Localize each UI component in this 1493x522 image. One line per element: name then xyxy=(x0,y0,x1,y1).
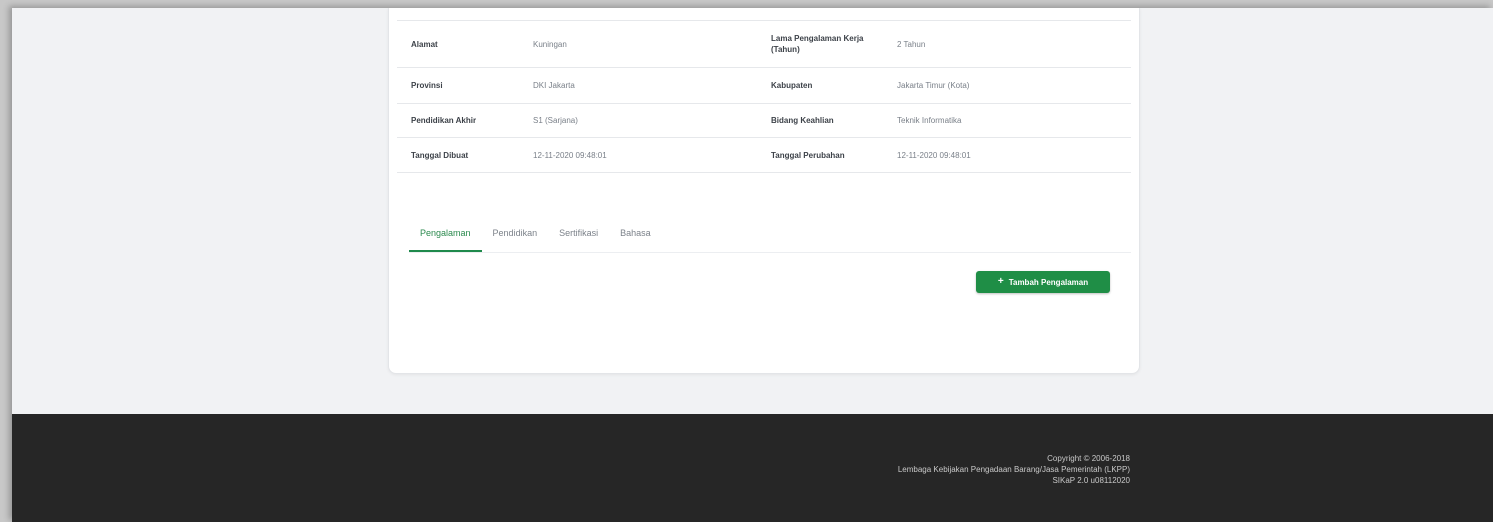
profile-info-table: Alamat Kuningan Lama Pengalaman Kerja (T… xyxy=(397,20,1131,173)
footer-text: Copyright © 2006-2018 Lembaga Kebijakan … xyxy=(898,453,1130,486)
field-value: 12-11-2020 09:48:01 xyxy=(533,150,607,160)
field-label: Lama Pengalaman Kerja (Tahun) xyxy=(771,34,864,54)
profile-card: Alamat Kuningan Lama Pengalaman Kerja (T… xyxy=(388,8,1140,374)
tab-pendidikan[interactable]: Pendidikan xyxy=(482,214,549,252)
field-value: Kuningan xyxy=(533,39,567,49)
detail-tabs: Pengalaman Pendidikan Sertifikasi Bahasa xyxy=(409,214,1131,253)
field-value: 2 Tahun xyxy=(897,39,926,49)
field-label: Alamat xyxy=(411,39,438,49)
table-row: Tanggal Dibuat 12-11-2020 09:48:01 Tangg… xyxy=(397,138,1131,173)
field-value: Jakarta Timur (Kota) xyxy=(897,81,970,90)
organization-text: Lembaga Kebijakan Pengadaan Barang/Jasa … xyxy=(897,465,1130,474)
table-row: Pendidikan Akhir S1 (Sarjana) Bidang Kea… xyxy=(397,104,1131,138)
field-label: Bidang Keahlian xyxy=(771,116,834,125)
copyright-text: Copyright © 2006-2018 xyxy=(1047,454,1130,463)
field-label: Pendidikan Akhir xyxy=(411,116,477,125)
version-text: SIKaP 2.0 u08112020 xyxy=(1052,476,1130,485)
field-label: Provinsi xyxy=(411,81,443,90)
add-experience-button[interactable]: + Tambah Pengalaman xyxy=(976,271,1110,293)
field-value: Teknik Informatika xyxy=(897,116,962,125)
field-label: Tanggal Perubahan xyxy=(771,150,845,160)
tab-pengalaman[interactable]: Pengalaman xyxy=(409,214,482,252)
page-footer: Copyright © 2006-2018 Lembaga Kebijakan … xyxy=(12,414,1493,522)
table-row: Provinsi DKI Jakarta Kabupaten Jakarta T… xyxy=(397,68,1131,104)
tab-sertifikasi[interactable]: Sertifikasi xyxy=(548,214,609,252)
field-value: S1 (Sarjana) xyxy=(533,116,578,125)
browser-viewport: Alamat Kuningan Lama Pengalaman Kerja (T… xyxy=(12,8,1493,522)
table-row: Alamat Kuningan Lama Pengalaman Kerja (T… xyxy=(397,21,1131,68)
field-value: 12-11-2020 09:48:01 xyxy=(897,150,971,160)
field-value: DKI Jakarta xyxy=(533,81,575,90)
tab-bahasa[interactable]: Bahasa xyxy=(609,214,662,252)
plus-icon: + xyxy=(997,276,1004,287)
field-label: Tanggal Dibuat xyxy=(411,150,469,160)
add-experience-label: Tambah Pengalaman xyxy=(1008,277,1089,287)
field-label: Kabupaten xyxy=(771,81,813,90)
